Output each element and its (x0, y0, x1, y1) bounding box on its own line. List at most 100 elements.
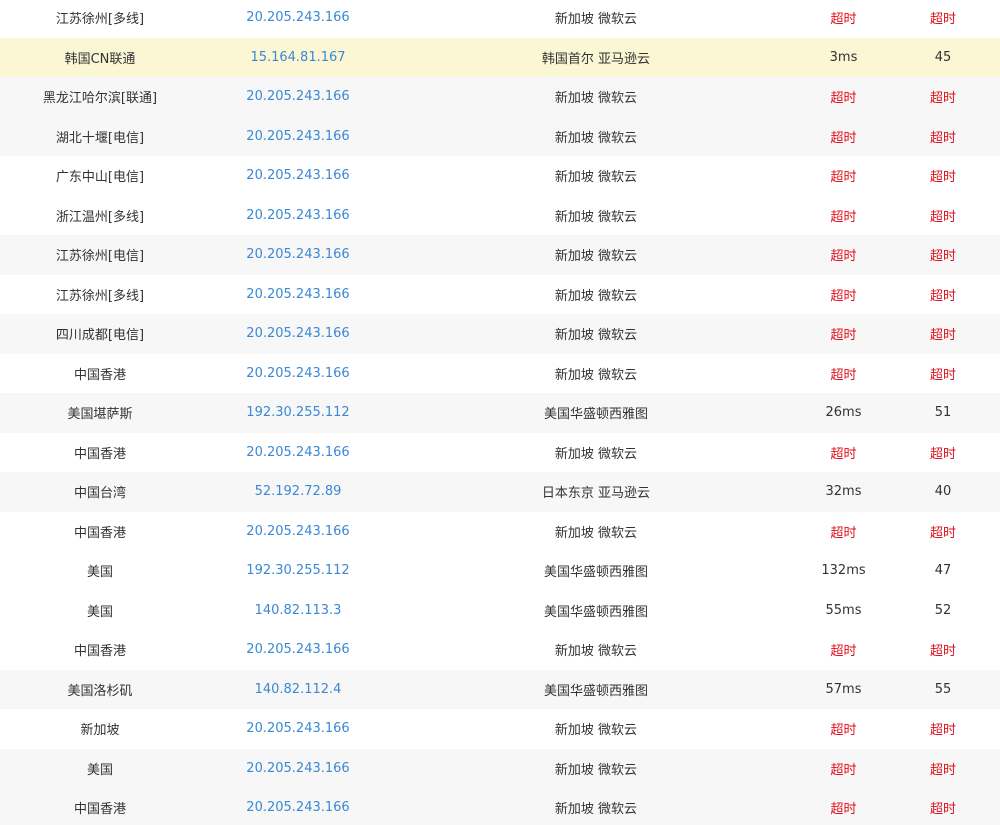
ip-location: 新加坡 微软云 (554, 170, 638, 186)
resolved-ip-link[interactable]: 20.205.243.166 (200, 247, 396, 262)
resolved-ip-link[interactable]: 140.82.112.4 (200, 682, 396, 697)
ip-location: 新加坡 微软云 (554, 525, 638, 541)
ttl-value: 超时 (929, 130, 956, 146)
table-row: 美国洛杉矶 140.82.112.4 美国华盛顿西雅图 57ms 55 (0, 669, 1000, 709)
response-time: 超时 (830, 723, 857, 739)
resolved-ip-link[interactable]: 20.205.243.166 (200, 208, 396, 223)
table-row: 江苏徐州[多线] 20.205.243.166 新加坡 微软云 超时 超时 (0, 0, 1000, 38)
ttl-value: 45 (934, 49, 952, 65)
table-row: 四川成都[电信] 20.205.243.166 新加坡 微软云 超时 超时 (0, 314, 1000, 354)
node-location: 中国香港 (73, 446, 126, 462)
response-time: 超时 (830, 91, 857, 107)
resolved-ip-link[interactable]: 140.82.113.3 (200, 603, 396, 618)
resolved-ip-link[interactable]: 20.205.243.166 (200, 10, 396, 25)
response-time: 55ms (825, 602, 862, 618)
ttl-value: 超时 (929, 367, 956, 383)
ip-location: 新加坡 微软云 (554, 249, 638, 265)
ttl-value: 超时 (929, 762, 956, 778)
ip-location: 韩国首尔 亚马逊云 (541, 51, 651, 67)
node-location: 黑龙江哈尔滨[联通] (42, 91, 158, 107)
ip-location: 美国华盛顿西雅图 (543, 604, 648, 620)
resolved-ip-link[interactable]: 15.164.81.167 (200, 50, 396, 65)
node-location: 中国台湾 (73, 486, 126, 502)
table-row: 江苏徐州[电信] 20.205.243.166 新加坡 微软云 超时 超时 (0, 235, 1000, 275)
response-time: 超时 (830, 170, 857, 186)
resolved-ip-link[interactable]: 20.205.243.166 (200, 168, 396, 183)
ip-location: 新加坡 微软云 (554, 644, 638, 660)
response-time: 超时 (830, 328, 857, 344)
resolved-ip-link[interactable]: 20.205.243.166 (200, 721, 396, 736)
table-row: 中国香港 20.205.243.166 新加坡 微软云 超时 超时 (0, 511, 1000, 551)
table-row: 美国 192.30.255.112 美国华盛顿西雅图 132ms 47 (0, 551, 1000, 591)
table-row: 美国 20.205.243.166 新加坡 微软云 超时 超时 (0, 748, 1000, 788)
ttl-value: 52 (934, 602, 952, 618)
ttl-value: 超时 (929, 12, 956, 28)
ip-location: 美国华盛顿西雅图 (543, 407, 648, 423)
resolved-ip-link[interactable]: 20.205.243.166 (200, 800, 396, 815)
ip-location: 新加坡 微软云 (554, 367, 638, 383)
ip-location: 新加坡 微软云 (554, 12, 638, 28)
response-time: 超时 (830, 249, 857, 265)
ttl-value: 超时 (929, 802, 956, 818)
response-time: 超时 (830, 12, 857, 28)
ttl-value: 超时 (929, 446, 956, 462)
resolved-ip-link[interactable]: 52.192.72.89 (200, 484, 396, 499)
ip-location: 新加坡 微软云 (554, 446, 638, 462)
table-row: 韩国CN联通 15.164.81.167 韩国首尔 亚马逊云 3ms 45 (0, 37, 1000, 77)
ttl-value: 47 (934, 563, 952, 579)
resolved-ip-link[interactable]: 192.30.255.112 (200, 405, 396, 420)
table-row: 中国香港 20.205.243.166 新加坡 微软云 超时 超时 (0, 432, 1000, 472)
ttl-value: 超时 (929, 328, 956, 344)
table-row: 中国台湾 52.192.72.89 日本东京 亚马逊云 32ms 40 (0, 472, 1000, 512)
ttl-value: 51 (934, 405, 952, 421)
resolved-ip-link[interactable]: 20.205.243.166 (200, 524, 396, 539)
ping-results-table: 江苏徐州[多线] 20.205.243.166 新加坡 微软云 超时 超时 韩国CN联通 1… (0, 0, 1000, 825)
table-row: 广东中山[电信] 20.205.243.166 新加坡 微软云 超时 超时 (0, 156, 1000, 196)
table-row: 浙江温州[多线] 20.205.243.166 新加坡 微软云 超时 超时 (0, 195, 1000, 235)
ttl-value: 超时 (929, 525, 956, 541)
response-time: 超时 (830, 802, 857, 818)
response-time: 超时 (830, 130, 857, 146)
ip-location: 美国华盛顿西雅图 (543, 565, 648, 581)
ip-location: 美国华盛顿西雅图 (543, 683, 648, 699)
ttl-value: 超时 (929, 723, 956, 739)
resolved-ip-link[interactable]: 20.205.243.166 (200, 326, 396, 341)
table-row: 中国香港 20.205.243.166 新加坡 微软云 超时 超时 (0, 630, 1000, 670)
node-location: 中国香港 (73, 644, 126, 660)
ttl-value: 超时 (929, 91, 956, 107)
node-location: 新加坡 (80, 723, 120, 739)
node-location: 广东中山[电信] (55, 170, 145, 186)
response-time: 57ms (825, 681, 862, 697)
resolved-ip-link[interactable]: 20.205.243.166 (200, 129, 396, 144)
ip-location: 新加坡 微软云 (554, 209, 638, 225)
node-location: 美国洛杉矶 (67, 683, 133, 699)
resolved-ip-link[interactable]: 20.205.243.166 (200, 445, 396, 460)
ip-location: 新加坡 微软云 (554, 91, 638, 107)
node-location: 中国香港 (73, 802, 126, 818)
ip-location: 新加坡 微软云 (554, 802, 638, 818)
response-time: 32ms (825, 484, 862, 500)
table-row: 中国香港 20.205.243.166 新加坡 微软云 超时 超时 (0, 353, 1000, 393)
resolved-ip-link[interactable]: 20.205.243.166 (200, 366, 396, 381)
response-time: 超时 (830, 762, 857, 778)
node-location: 江苏徐州[多线] (55, 12, 145, 28)
table-row: 湖北十堰[电信] 20.205.243.166 新加坡 微软云 超时 超时 (0, 116, 1000, 156)
resolved-ip-link[interactable]: 20.205.243.166 (200, 642, 396, 657)
node-location: 江苏徐州[电信] (55, 249, 145, 265)
response-time: 超时 (830, 446, 857, 462)
table-row: 中国香港 20.205.243.166 新加坡 微软云 超时 超时 (0, 788, 1000, 825)
node-location: 江苏徐州[多线] (55, 288, 145, 304)
node-location: 美国 (86, 762, 113, 778)
ttl-value: 超时 (929, 249, 956, 265)
ttl-value: 40 (934, 484, 952, 500)
response-time: 26ms (825, 405, 862, 421)
resolved-ip-link[interactable]: 20.205.243.166 (200, 761, 396, 776)
node-location: 美国 (86, 604, 113, 620)
response-time: 超时 (830, 644, 857, 660)
ttl-value: 超时 (929, 288, 956, 304)
response-time: 超时 (830, 525, 857, 541)
response-time: 132ms (821, 563, 866, 579)
resolved-ip-link[interactable]: 192.30.255.112 (200, 563, 396, 578)
resolved-ip-link[interactable]: 20.205.243.166 (200, 287, 396, 302)
resolved-ip-link[interactable]: 20.205.243.166 (200, 89, 396, 104)
